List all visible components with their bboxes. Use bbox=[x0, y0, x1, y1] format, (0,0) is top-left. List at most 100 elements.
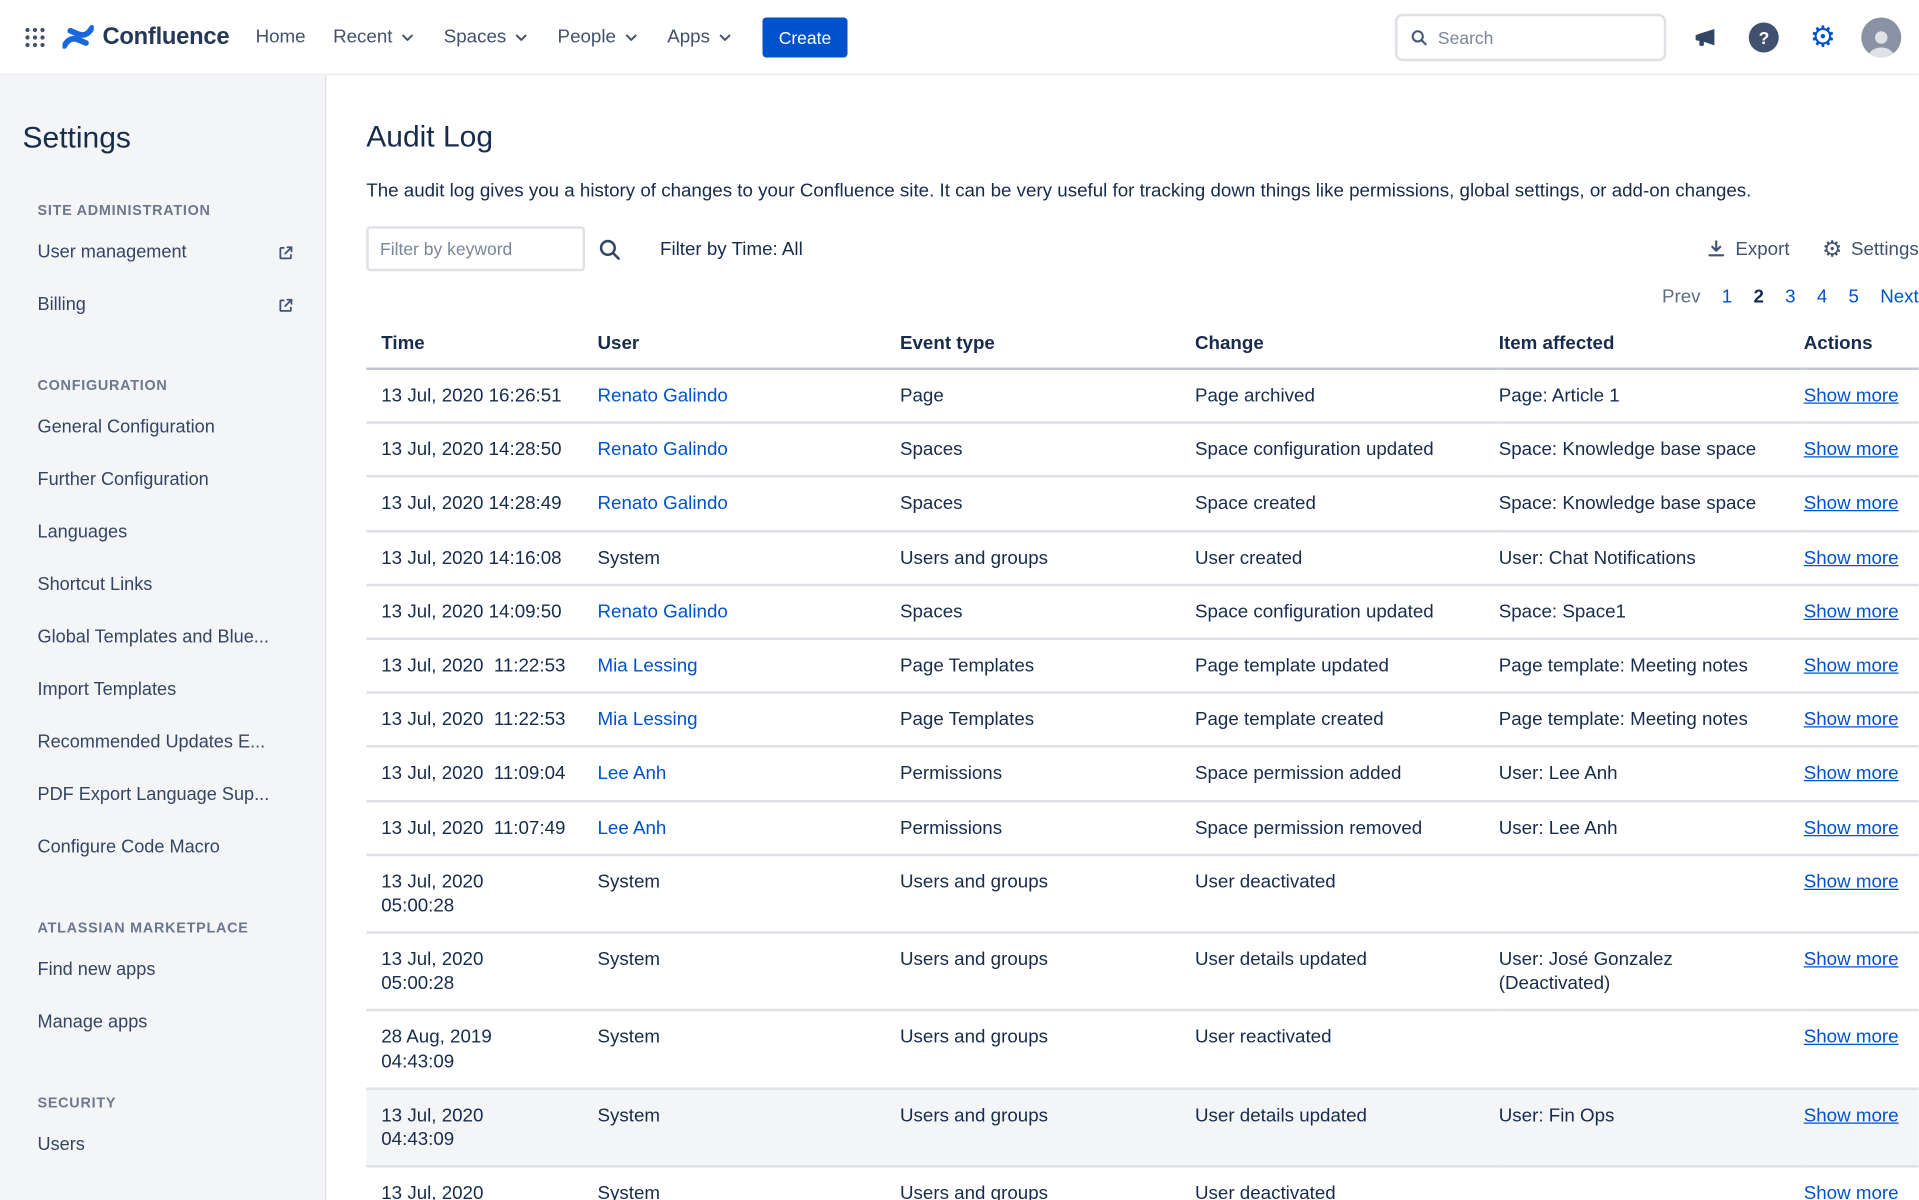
sidebar-item-label: Further Configuration bbox=[38, 470, 209, 490]
table-header-row: TimeUserEvent typeChangeItem affectedAct… bbox=[366, 323, 1919, 369]
audit-settings-button[interactable]: ⚙ Settings bbox=[1822, 238, 1919, 261]
show-more-link[interactable]: Show more bbox=[1804, 493, 1899, 514]
nav-home[interactable]: Home bbox=[242, 16, 320, 59]
user-link[interactable]: Mia Lessing bbox=[598, 655, 698, 676]
filter-keyword-input[interactable] bbox=[366, 226, 585, 271]
sidebar-item-pdf-export-language-sup[interactable]: PDF Export Language Sup... bbox=[20, 769, 305, 822]
show-more-link[interactable]: Show more bbox=[1804, 871, 1899, 892]
sidebar-item-further-configuration[interactable]: Further Configuration bbox=[20, 454, 305, 507]
primary-nav: Home RecentSpacesPeople Apps bbox=[242, 16, 748, 59]
sidebar-item-configure-code-macro[interactable]: Configure Code Macro bbox=[20, 821, 305, 874]
show-more-link[interactable]: Show more bbox=[1804, 1027, 1899, 1048]
confluence-logo[interactable]: Confluence bbox=[63, 21, 230, 52]
cell-item-affected: User: Lee Anh bbox=[1499, 801, 1804, 855]
sidebar-item-import-templates[interactable]: Import Templates bbox=[20, 664, 305, 717]
profile-button[interactable] bbox=[1861, 17, 1901, 57]
sidebar-item-find-new-apps[interactable]: Find new apps bbox=[20, 944, 305, 997]
cell-item-affected: User: Fin Ops bbox=[1499, 1089, 1804, 1167]
cell-user: System bbox=[598, 531, 901, 585]
sidebar-item-manage-apps[interactable]: Manage apps bbox=[20, 996, 305, 1049]
filter-time-dropdown[interactable]: Filter by Time: All bbox=[660, 238, 803, 259]
cell-event-type: Users and groups bbox=[900, 933, 1195, 1011]
app-switcher-button[interactable] bbox=[15, 17, 55, 57]
filter-search-button[interactable] bbox=[598, 237, 622, 261]
show-more-link[interactable]: Show more bbox=[1804, 385, 1899, 406]
cell-actions: Show more bbox=[1804, 1089, 1919, 1167]
cell-actions: Show more bbox=[1804, 639, 1919, 693]
announcements-button[interactable] bbox=[1685, 17, 1725, 57]
show-more-link[interactable]: Show more bbox=[1804, 655, 1899, 676]
cell-change: User details updated bbox=[1195, 1089, 1499, 1167]
global-search-input[interactable] bbox=[1438, 27, 1652, 47]
sidebar-item-global-templates-and-blue[interactable]: Global Templates and Blue... bbox=[20, 611, 305, 664]
sidebar-item-general-configuration[interactable]: General Configuration bbox=[20, 401, 305, 454]
cell-change: Page template updated bbox=[1195, 639, 1499, 693]
cell-time: 13 Jul, 2020 05:00:28 bbox=[366, 933, 597, 1011]
cell-item-affected: Space: Space1 bbox=[1499, 585, 1804, 639]
create-button[interactable]: Create bbox=[762, 17, 847, 57]
show-more-link[interactable]: Show more bbox=[1804, 949, 1899, 970]
gear-icon: ⚙ bbox=[1810, 23, 1836, 52]
show-more-link[interactable]: Show more bbox=[1804, 547, 1899, 568]
cell-change: Space configuration updated bbox=[1195, 423, 1499, 477]
pagination-prev[interactable]: Prev bbox=[1662, 286, 1701, 307]
show-more-link[interactable]: Show more bbox=[1804, 1183, 1899, 1200]
sidebar-item-billing[interactable]: Billing bbox=[20, 279, 305, 332]
user-link[interactable]: Renato Galindo bbox=[598, 385, 728, 406]
help-button[interactable]: ? bbox=[1744, 17, 1784, 57]
sidebar-item-languages[interactable]: Languages bbox=[20, 506, 305, 559]
show-more-link[interactable]: Show more bbox=[1804, 709, 1899, 730]
nav-label: Apps bbox=[667, 26, 710, 47]
cell-time: 13 Jul, 2020 11:07:49 bbox=[366, 801, 597, 855]
filter-time-label: Filter by Time: bbox=[660, 238, 778, 259]
cell-actions: Show more bbox=[1804, 531, 1919, 585]
sidebar-item-shortcut-links[interactable]: Shortcut Links bbox=[20, 559, 305, 612]
pagination-page-4[interactable]: 4 bbox=[1817, 286, 1827, 307]
chevron-down-icon bbox=[716, 28, 734, 46]
show-more-link[interactable]: Show more bbox=[1804, 439, 1899, 460]
cell-user: Renato Galindo bbox=[598, 477, 901, 531]
pagination-page-5[interactable]: 5 bbox=[1849, 286, 1859, 307]
cell-time: 13 Jul, 2020 14:28:50 bbox=[366, 423, 597, 477]
top-navbar: Confluence Home RecentSpacesPeople Apps Cr… bbox=[0, 0, 1919, 75]
nav-apps[interactable]: Apps bbox=[653, 16, 747, 59]
user-link[interactable]: Renato Galindo bbox=[598, 493, 728, 514]
audit-row: 13 Jul, 2020 04:43:09SystemUsers and gro… bbox=[366, 1089, 1919, 1167]
sidebar-item-label: Find new apps bbox=[38, 960, 156, 980]
pagination-next[interactable]: Next bbox=[1880, 286, 1919, 307]
pagination-page-2[interactable]: 2 bbox=[1753, 286, 1763, 307]
audit-row: 28 Aug, 2019 04:43:09SystemUsers and gro… bbox=[366, 1011, 1919, 1089]
cell-event-type: Users and groups bbox=[900, 855, 1195, 933]
show-more-link[interactable]: Show more bbox=[1804, 763, 1899, 784]
cell-item-affected: Page template: Meeting notes bbox=[1499, 693, 1804, 747]
sidebar-item-recommended-updates-e[interactable]: Recommended Updates E... bbox=[20, 716, 305, 769]
global-search-box bbox=[1395, 13, 1666, 61]
pagination-page-3[interactable]: 3 bbox=[1785, 286, 1795, 307]
nav-label: Home bbox=[256, 26, 306, 47]
cell-user: System bbox=[598, 855, 901, 933]
user-link[interactable]: Renato Galindo bbox=[598, 439, 728, 460]
user-link[interactable]: Mia Lessing bbox=[598, 709, 698, 730]
show-more-link[interactable]: Show more bbox=[1804, 1105, 1899, 1126]
cell-actions: Show more bbox=[1804, 693, 1919, 747]
show-more-link[interactable]: Show more bbox=[1804, 601, 1899, 622]
cell-time: 13 Jul, 2020 11:22:53 bbox=[366, 693, 597, 747]
pagination: Prev 12 3 4 5 Next bbox=[366, 286, 1919, 307]
user-link[interactable]: Lee Anh bbox=[598, 763, 667, 784]
export-button[interactable]: Export bbox=[1707, 238, 1790, 259]
cell-event-type: Spaces bbox=[900, 477, 1195, 531]
settings-sidebar: Settings SITE ADMINISTRATIONUser managem… bbox=[0, 75, 326, 1200]
pagination-page-1[interactable]: 1 bbox=[1722, 286, 1732, 307]
sidebar-item-users[interactable]: Users bbox=[20, 1119, 305, 1172]
show-more-link[interactable]: Show more bbox=[1804, 817, 1899, 838]
user-link[interactable]: Renato Galindo bbox=[598, 601, 728, 622]
sidebar-item-label: Languages bbox=[38, 523, 128, 543]
site-settings-button[interactable]: ⚙ bbox=[1803, 17, 1843, 57]
nav-spaces[interactable]: Spaces bbox=[430, 16, 544, 59]
sidebar-item-user-management[interactable]: User management bbox=[20, 226, 305, 279]
nav-people[interactable]: People bbox=[544, 16, 654, 59]
user-link[interactable]: Lee Anh bbox=[598, 817, 667, 838]
nav-recent[interactable]: Recent bbox=[319, 16, 430, 59]
chevron-down-icon bbox=[399, 28, 417, 46]
column-header-user: User bbox=[598, 323, 901, 369]
